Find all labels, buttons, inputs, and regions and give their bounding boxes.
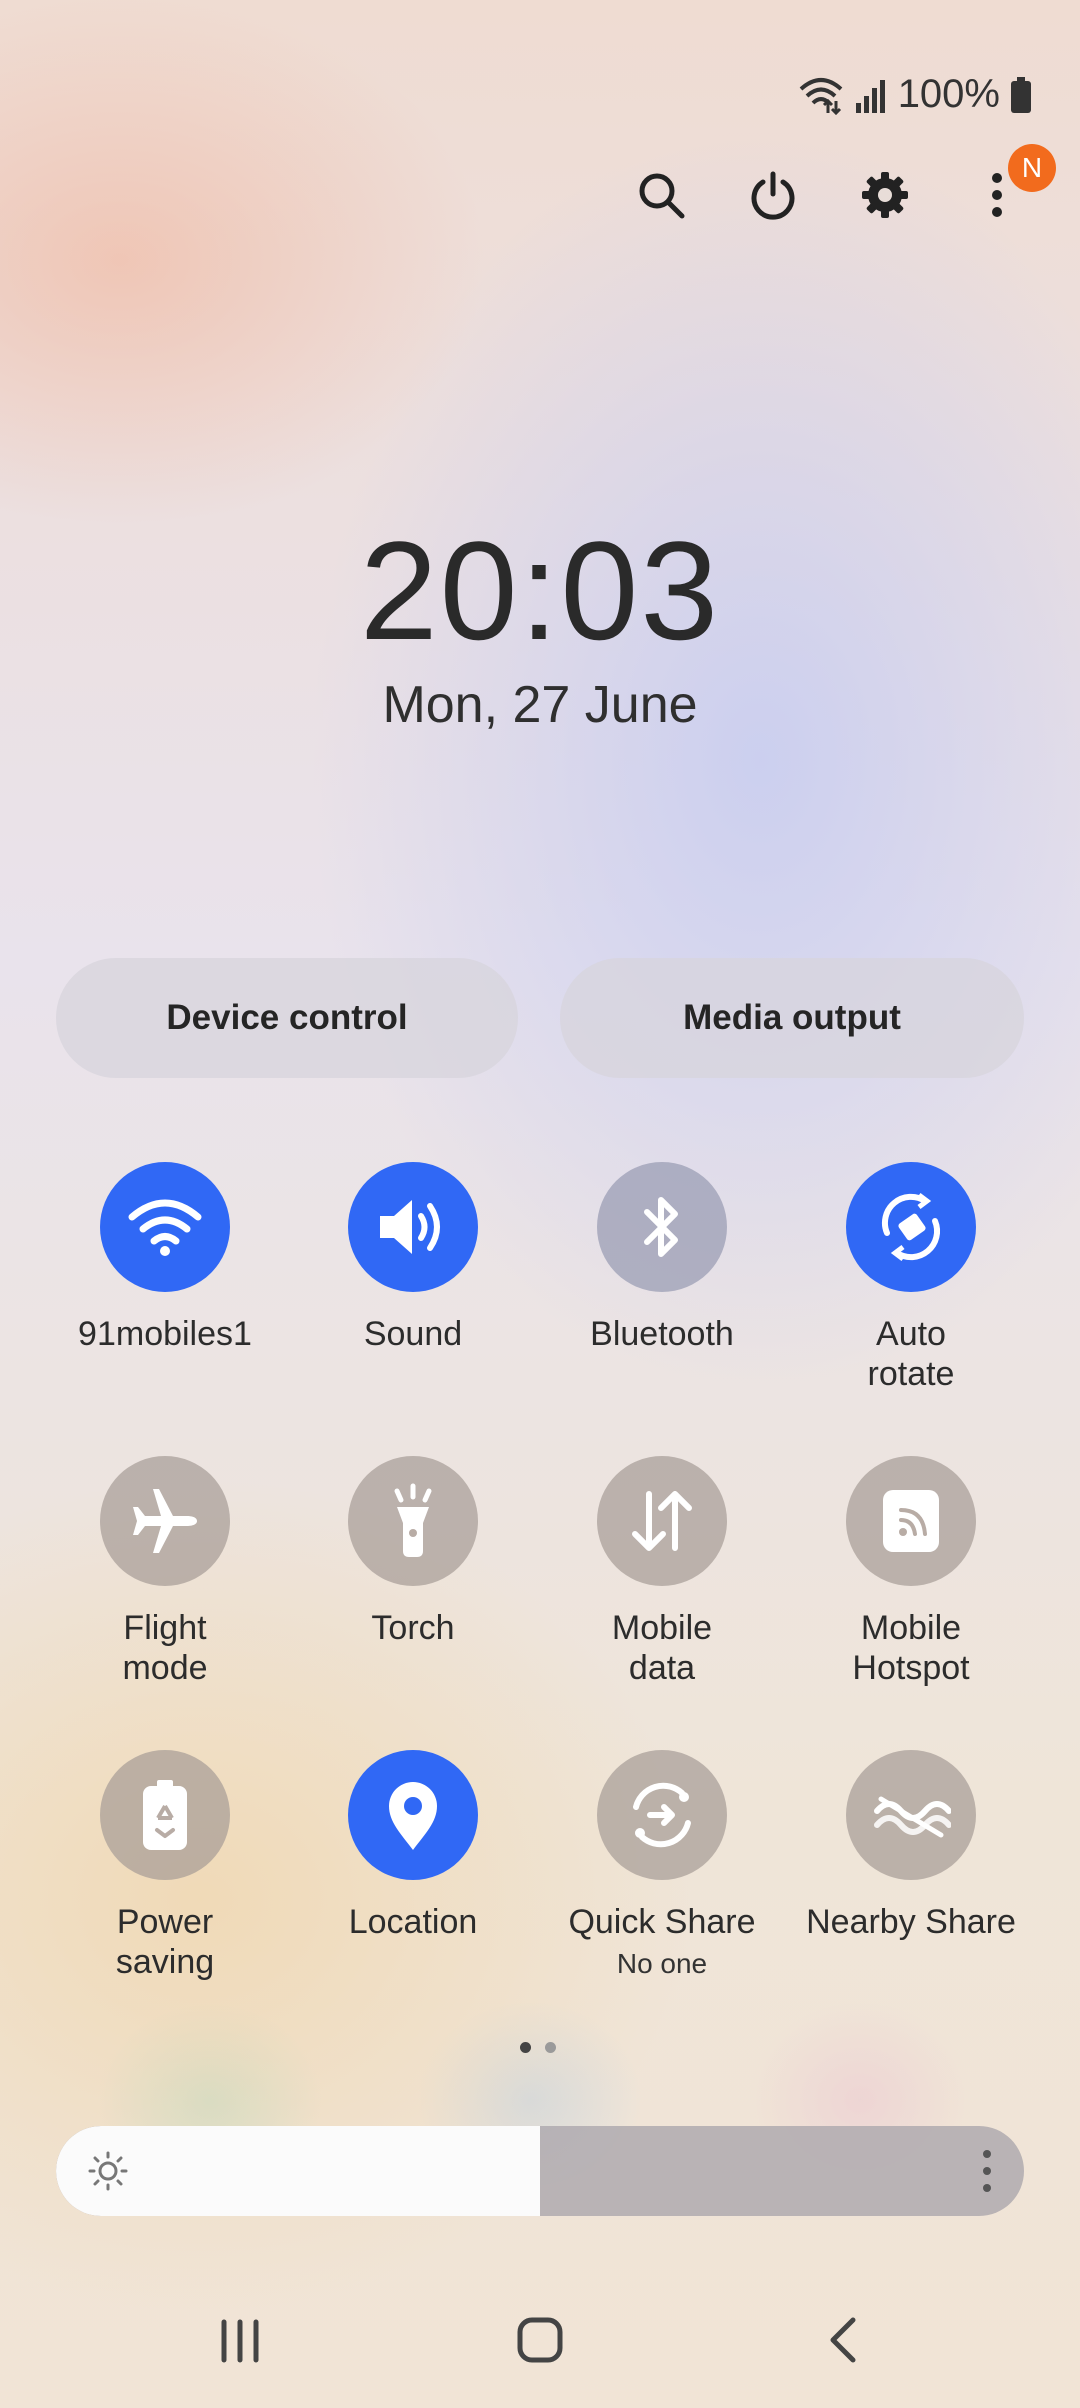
tile-torch-label: Torch [371,1609,455,1647]
tile-flight-mode[interactable]: Flight mode [35,1456,295,1688]
device-control-button[interactable]: Device control [56,958,518,1078]
brightness-slider[interactable] [56,2126,1024,2216]
power-icon [751,171,795,220]
more-options-button[interactable]: N [972,144,1056,218]
battery-percentage: 100% [897,72,1000,116]
settings-button[interactable] [860,170,908,218]
tile-bluetooth-toggle[interactable] [597,1162,727,1292]
brightness-fill [56,2126,540,2216]
wifi-icon [128,1199,202,1256]
tile-power-saving[interactable]: Power saving [35,1750,295,1982]
page-indicator [520,2042,556,2053]
tile-mobile-hotspot-toggle[interactable] [846,1456,976,1586]
page-dot-1 [520,2042,531,2053]
mobile-data-icon [632,1491,692,1551]
tile-nearby-share-label: Nearby Share [806,1903,1016,1941]
tile-auto-rotate[interactable]: Auto rotate [781,1162,1041,1394]
tile-wifi-label: 91mobiles1 [78,1315,252,1353]
tile-mobile-data[interactable]: Mobile data [532,1456,792,1688]
nearby-share-icon [874,1796,951,1838]
search-button[interactable] [636,170,685,219]
clock-time: 20:03 [359,512,721,669]
power-saving-icon [143,1780,187,1850]
signal-icon [855,79,885,113]
tile-wifi[interactable]: 91mobiles1 [35,1162,295,1354]
page-dot-2 [545,2042,556,2053]
tile-sound-label: Sound [363,1315,463,1353]
tile-nearby-share-toggle[interactable] [846,1750,976,1880]
tile-location[interactable]: Location [283,1750,543,1942]
back-button[interactable] [815,2310,875,2370]
tile-power-saving-label: Power saving [115,1903,215,1981]
power-button[interactable] [748,170,796,220]
tile-power-saving-toggle[interactable] [100,1750,230,1880]
tile-location-label: Location [348,1903,478,1941]
tile-mobile-data-toggle[interactable] [597,1456,727,1586]
tile-bluetooth-label: Bluetooth [590,1315,734,1353]
recent-apps-button[interactable] [210,2310,270,2370]
bluetooth-icon [644,1197,678,1257]
torch-icon [394,1483,432,1557]
tile-bluetooth[interactable]: Bluetooth [532,1162,792,1354]
brightness-more-icon[interactable] [980,2148,994,2194]
tile-flight-mode-toggle[interactable] [100,1456,230,1586]
wifi-status-icon [799,77,843,115]
tile-nearby-share[interactable]: Nearby Share [781,1750,1041,1942]
tile-mobile-hotspot[interactable]: Mobile Hotspot [781,1456,1041,1688]
quick-panel-actions: N [636,144,1056,220]
tile-auto-rotate-label: Auto rotate [867,1315,955,1393]
tile-torch-toggle[interactable] [348,1456,478,1586]
tile-auto-rotate-toggle[interactable] [846,1162,976,1292]
search-icon [639,173,685,219]
tile-torch[interactable]: Torch [283,1456,543,1648]
home-button[interactable] [510,2310,570,2370]
location-icon [389,1782,437,1850]
auto-rotate-icon [882,1193,940,1261]
tile-quick-share-toggle[interactable] [597,1750,727,1880]
clock-date: Mon, 27 June [382,676,698,734]
tile-location-toggle[interactable] [348,1750,478,1880]
tile-mobile-data-label: Mobile data [611,1609,713,1687]
gear-icon [862,172,908,218]
battery-icon [1011,76,1031,113]
tile-sound[interactable]: Sound [283,1162,543,1354]
tile-wifi-toggle[interactable] [100,1162,230,1292]
media-output-button[interactable]: Media output [560,958,1024,1078]
sound-icon [380,1200,440,1254]
tile-quick-share[interactable]: Quick Share No one [532,1750,792,1980]
tile-mobile-hotspot-label: Mobile Hotspot [852,1609,970,1687]
tile-quick-share-label: Quick Share [568,1903,756,1941]
status-bar: 100% [798,72,1032,117]
tile-quick-share-sublabel: No one [616,1948,708,1979]
brightness-sun-icon [88,2151,128,2191]
tile-sound-toggle[interactable] [348,1162,478,1292]
hotspot-icon [883,1490,939,1552]
tile-flight-mode-label: Flight mode [122,1609,208,1687]
airplane-icon [133,1489,197,1553]
notification-badge: N [1008,144,1056,192]
quick-share-icon [633,1782,691,1848]
